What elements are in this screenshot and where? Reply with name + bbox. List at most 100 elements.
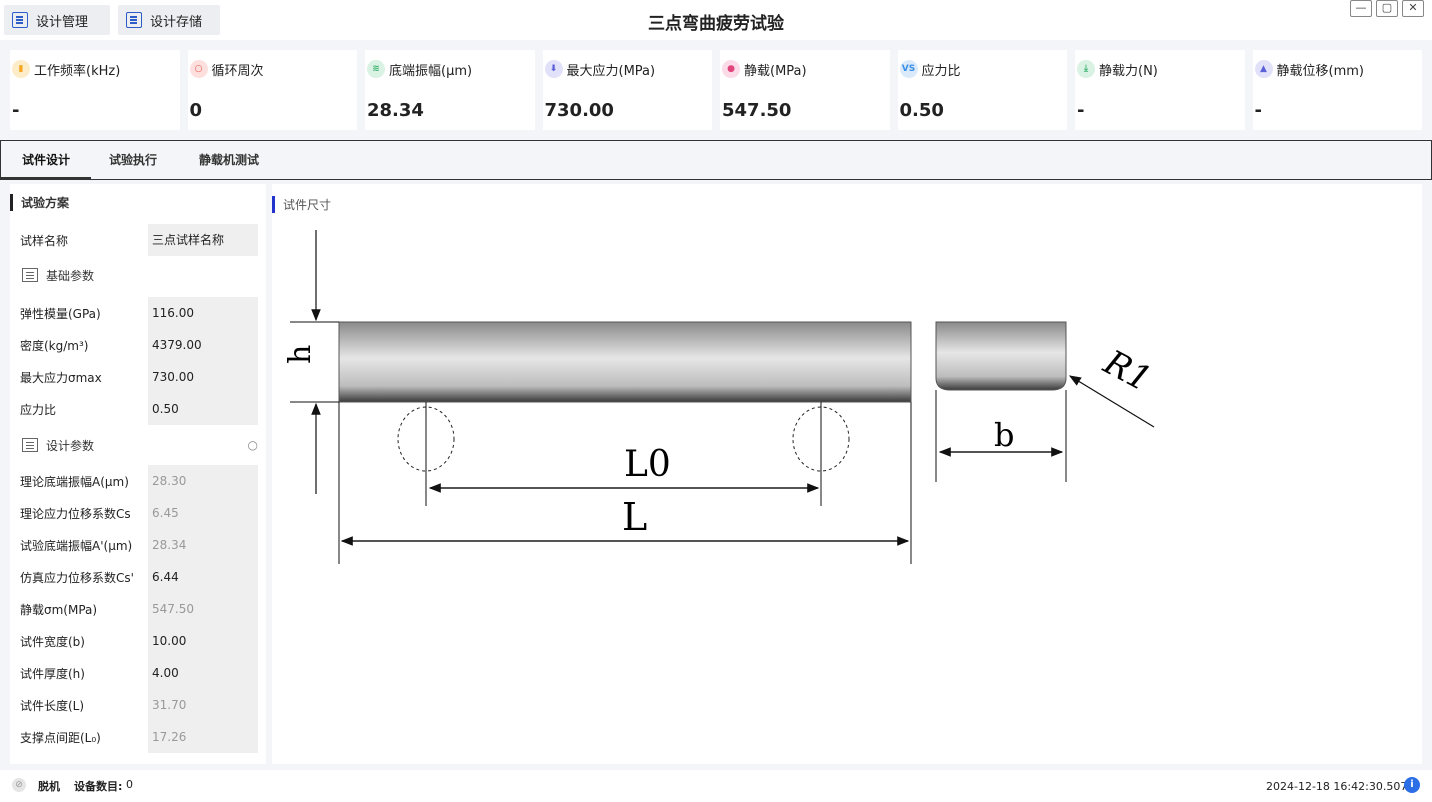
design-params-group: 设计参数 ○	[20, 434, 258, 456]
stat-value: 0.50	[899, 100, 944, 121]
field-label: 理论底端振幅A(μm)	[20, 474, 129, 489]
dim-label-b: b	[994, 416, 1014, 454]
sample-name-input[interactable]: 三点试样名称	[148, 224, 258, 256]
beam-side-view	[338, 321, 912, 403]
dim-label-h: h	[283, 345, 318, 364]
field-label: 应力比	[20, 402, 57, 417]
group-title: 设计参数	[46, 438, 95, 453]
param-input: 28.30	[148, 465, 258, 497]
height-dimension: h	[283, 230, 339, 494]
specimen-diagram: h L0 L b R1	[283, 230, 1158, 564]
param-input: 547.50	[148, 593, 258, 625]
beam-cross-section: b R1	[935, 321, 1158, 482]
arrow-down-icon: ⬇	[544, 60, 563, 78]
offline-icon: ⊘	[12, 778, 26, 792]
tab-specimen-design[interactable]: 试件设计	[1, 141, 91, 179]
timestamp: 2024-12-18 16:42:30.507	[1266, 780, 1408, 793]
param-input[interactable]: 4.00	[148, 657, 258, 689]
param-row: 支撑点间距(L₀) 17.26	[20, 721, 258, 753]
stat-card: ⬇ 最大应力(MPa) 730.00	[542, 50, 712, 130]
param-input: 28.34	[148, 529, 258, 561]
field-label: 仿真应力位移系数Cs'	[20, 570, 134, 585]
param-input: 17.26	[148, 721, 258, 753]
param-row: 试件厚度(h) 4.00	[20, 657, 258, 689]
drop-icon: ●	[722, 60, 740, 78]
stat-label: 底端振幅(μm)	[389, 64, 473, 79]
field-label: 试件宽度(b)	[20, 634, 85, 649]
field-label: 试样名称	[20, 233, 69, 248]
param-row: 理论底端振幅A(μm) 28.30	[20, 465, 258, 497]
info-icon[interactable]: i	[1404, 777, 1420, 793]
list-icon	[22, 268, 38, 282]
field-label: 弹性模量(GPa)	[20, 306, 101, 321]
wave-icon: ≋	[367, 60, 385, 78]
param-input[interactable]: 6.44	[148, 561, 258, 593]
stat-card: ▲ 静载位移(mm) -	[1252, 50, 1422, 130]
stat-card: ≋ 底端振幅(μm) 28.34	[365, 50, 535, 130]
chart-icon: ▮	[12, 60, 30, 78]
param-input[interactable]: 116.00	[148, 297, 258, 329]
maximize-icon[interactable]: ▢	[1376, 0, 1398, 17]
field-label: 密度(kg/m³)	[20, 338, 89, 353]
param-input[interactable]: 10.00	[148, 625, 258, 657]
param-row: 理论应力位移系数Cs 6.45	[20, 497, 258, 529]
field-label: 支撑点间距(L₀)	[20, 730, 101, 745]
download-icon: ⤓	[1077, 60, 1095, 78]
connection-status: 脱机	[38, 780, 60, 793]
dim-label-r: R1	[1096, 342, 1157, 400]
status-bar: ⊘ 脱机 设备数目: 0 2024-12-18 16:42:30.507 i	[0, 770, 1432, 802]
param-input: 31.70	[148, 689, 258, 721]
stat-value: -	[1077, 100, 1085, 121]
stat-card: ○ 循环周次 0	[187, 50, 357, 130]
stat-card: ⤓ 静载力(N) -	[1075, 50, 1245, 130]
param-row: 密度(kg/m³) 4379.00	[20, 329, 258, 361]
param-row: 最大应力σmax 730.00	[20, 361, 258, 393]
stat-value: -	[12, 100, 20, 121]
stat-card: ▮ 工作频率(kHz) -	[10, 50, 180, 130]
dim-label-l: L	[622, 495, 647, 539]
refresh-icon[interactable]: ○	[248, 438, 258, 452]
stats-bar: ▮ 工作频率(kHz) - ○ 循环周次 0 ≋ 底端振幅(μm) 28.34 ⬇ 最大应力(…	[10, 50, 1422, 130]
stat-value: 547.50	[722, 100, 792, 121]
param-input: 6.45	[148, 497, 258, 529]
field-label: 最大应力σmax	[20, 370, 102, 385]
field-label: 试件长度(L)	[20, 698, 85, 713]
field-label: 试验底端振幅A'(μm)	[20, 538, 133, 553]
test-plan-panel: 试验方案 试样名称 三点试样名称 基础参数 弹性模量(GPa) 116.00 密度…	[10, 184, 266, 764]
dim-label-l0: L0	[624, 444, 671, 485]
stat-value: -	[1254, 100, 1262, 121]
param-row: 弹性模量(GPa) 116.00	[20, 297, 258, 329]
field-label: 静载σm(MPa)	[20, 602, 98, 617]
stat-label: 最大应力(MPa)	[566, 64, 656, 79]
tab-test-execution[interactable]: 试验执行	[91, 141, 175, 179]
stat-label: 静载位移(mm)	[1276, 64, 1364, 79]
param-input[interactable]: 0.50	[148, 393, 258, 425]
span-dimension: L0	[428, 444, 820, 493]
sample-name-row: 试样名称 三点试样名称	[20, 224, 258, 256]
stat-label: 静载力(N)	[1099, 64, 1158, 79]
basic-params-group: 基础参数	[20, 264, 258, 286]
circle-icon: ○	[189, 60, 208, 78]
group-title: 基础参数	[46, 268, 95, 283]
tab-static-machine-test[interactable]: 静载机测试	[181, 141, 277, 179]
stat-label: 工作频率(kHz)	[34, 64, 121, 79]
stat-label: 循环周次	[211, 64, 264, 79]
stat-value: 28.34	[367, 100, 424, 121]
app-title: 三点弯曲疲劳试验	[648, 14, 784, 34]
param-row: 静载σm(MPa) 547.50	[20, 593, 258, 625]
close-icon[interactable]: ✕	[1402, 0, 1424, 17]
title-bar: 设计管理 设计存储 三点弯曲疲劳试验 — ▢ ✕	[0, 0, 1432, 40]
sliders-icon	[22, 438, 38, 452]
param-row: 试验底端振幅A'(μm) 28.34	[20, 529, 258, 561]
minimize-icon[interactable]: —	[1350, 0, 1372, 17]
stat-label: 静载(MPa)	[744, 64, 807, 79]
stat-value: 730.00	[544, 100, 614, 121]
field-label: 试件厚度(h)	[20, 666, 85, 681]
vs-icon: VS	[899, 60, 918, 78]
param-row: 应力比 0.50	[20, 393, 258, 425]
device-count: 0	[126, 778, 133, 791]
param-row: 试件宽度(b) 10.00	[20, 625, 258, 657]
param-input[interactable]: 4379.00	[148, 329, 258, 361]
param-input[interactable]: 730.00	[148, 361, 258, 393]
specimen-dimensions-panel: 试件尺寸 h L0 L b R1	[272, 184, 1422, 764]
